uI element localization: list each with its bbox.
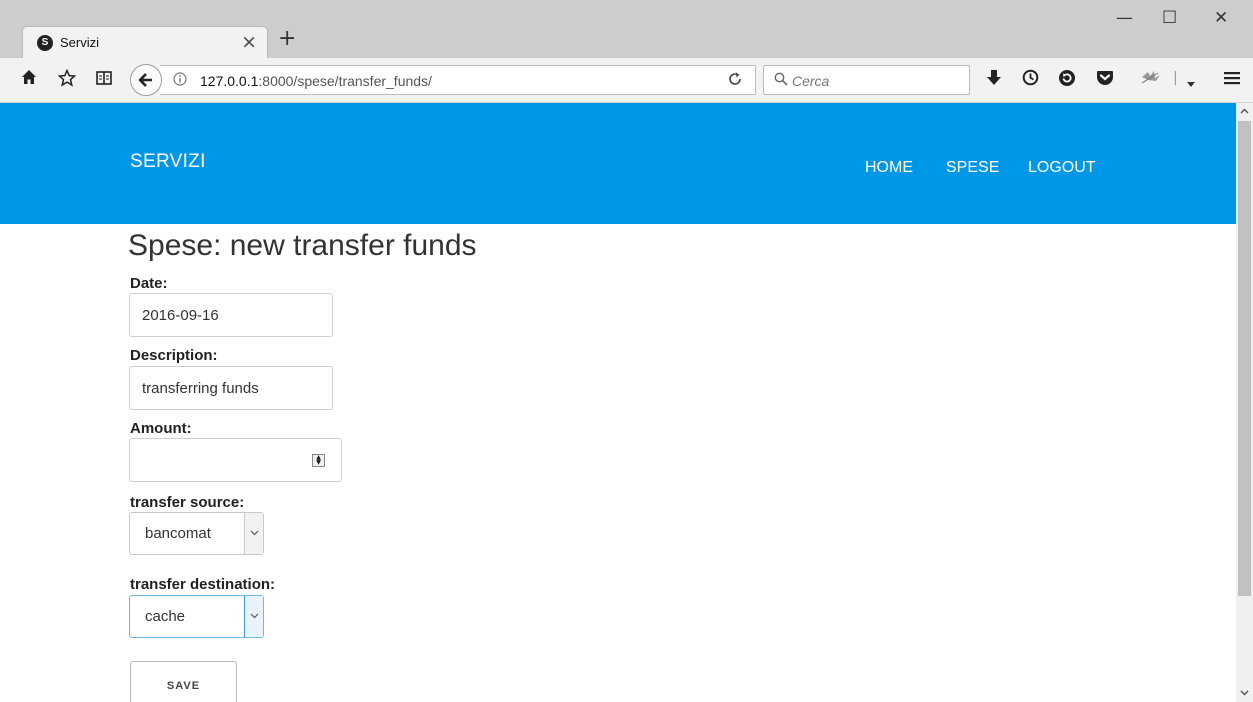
back-button[interactable] xyxy=(130,64,162,96)
favicon-icon: S xyxy=(37,35,53,51)
chevron-down-icon xyxy=(244,596,263,637)
scroll-down-icon[interactable] xyxy=(1236,685,1253,702)
transfer-destination-select[interactable]: cache xyxy=(129,595,264,638)
search-bar[interactable]: Cerca xyxy=(763,65,970,95)
transfer-destination-value: cache xyxy=(145,608,186,625)
nav-link-logout[interactable]: LOGOUT xyxy=(1028,159,1096,177)
nav-link-spese[interactable]: SPESE xyxy=(946,159,999,177)
url-text[interactable]: 127.0.0.1:8000/spese/transfer_funds/ xyxy=(200,73,432,89)
nav-link-home[interactable]: HOME xyxy=(865,159,913,177)
info-icon[interactable] xyxy=(173,72,187,90)
spinner-arrows-icon[interactable]: ▲ ▼ xyxy=(312,454,325,467)
star-icon[interactable] xyxy=(57,68,77,92)
scrollbar-thumb[interactable] xyxy=(1238,121,1251,596)
home-icon[interactable] xyxy=(21,69,37,90)
extension-icon[interactable] xyxy=(1140,69,1164,90)
search-icon xyxy=(774,72,788,90)
url-path: :8000/spese/transfer_funds/ xyxy=(258,73,432,89)
download-icon[interactable] xyxy=(986,69,1002,92)
vertical-scrollbar[interactable] xyxy=(1236,103,1253,702)
new-tab-icon[interactable]: + xyxy=(278,26,296,51)
chevron-down-icon xyxy=(244,513,263,554)
browser-tab[interactable]: S Servizi × xyxy=(22,26,268,58)
back-arrow-icon xyxy=(138,73,152,87)
address-bar[interactable]: 127.0.0.1:8000/spese/transfer_funds/ xyxy=(160,65,756,95)
tab-title: Servizi xyxy=(60,35,100,50)
site-brand[interactable]: SERVIZI xyxy=(130,151,206,173)
site-header: SERVIZI HOME SPESE LOGOUT xyxy=(0,103,1236,224)
amount-label: Amount: xyxy=(130,420,192,437)
save-button[interactable]: SAVE xyxy=(130,661,237,702)
description-field[interactable] xyxy=(129,366,333,410)
close-window-icon[interactable]: ✕ xyxy=(1214,8,1228,28)
close-tab-icon[interactable]: × xyxy=(241,31,257,53)
pocket-icon[interactable] xyxy=(1096,69,1114,91)
amount-field[interactable]: ▲ ▼ xyxy=(129,438,342,482)
transfer-source-value: bancomat xyxy=(145,525,211,542)
url-host: 127.0.0.1 xyxy=(200,73,259,89)
scroll-up-icon[interactable] xyxy=(1236,103,1253,120)
transfer-source-select[interactable]: bancomat xyxy=(129,512,264,555)
date-field[interactable] xyxy=(129,293,333,337)
hamburger-menu-icon[interactable] xyxy=(1223,70,1241,91)
transfer-source-label: transfer source: xyxy=(130,494,245,511)
toolbar-separator: | xyxy=(1173,70,1178,86)
description-label: Description: xyxy=(130,347,218,364)
history-icon[interactable] xyxy=(1022,69,1039,91)
transfer-destination-label: transfer destination: xyxy=(130,576,276,593)
browser-tab-bar: S Servizi × + — ☐ ✕ xyxy=(0,0,1253,58)
search-placeholder: Cerca xyxy=(792,73,830,89)
maximize-icon[interactable]: ☐ xyxy=(1162,8,1177,28)
sync-icon[interactable] xyxy=(1058,69,1076,92)
page-content: SERVIZI HOME SPESE LOGOUT Spese: new tra… xyxy=(0,103,1236,702)
date-label: Date: xyxy=(130,275,168,292)
page-title: Spese: new transfer funds xyxy=(128,229,477,262)
chevron-down-icon[interactable] xyxy=(1186,74,1196,94)
reload-icon[interactable] xyxy=(727,71,743,91)
browser-toolbar: 127.0.0.1:8000/spese/transfer_funds/ Cer… xyxy=(0,58,1253,103)
reader-icon[interactable] xyxy=(95,69,113,92)
minimize-icon[interactable]: — xyxy=(1116,8,1133,28)
